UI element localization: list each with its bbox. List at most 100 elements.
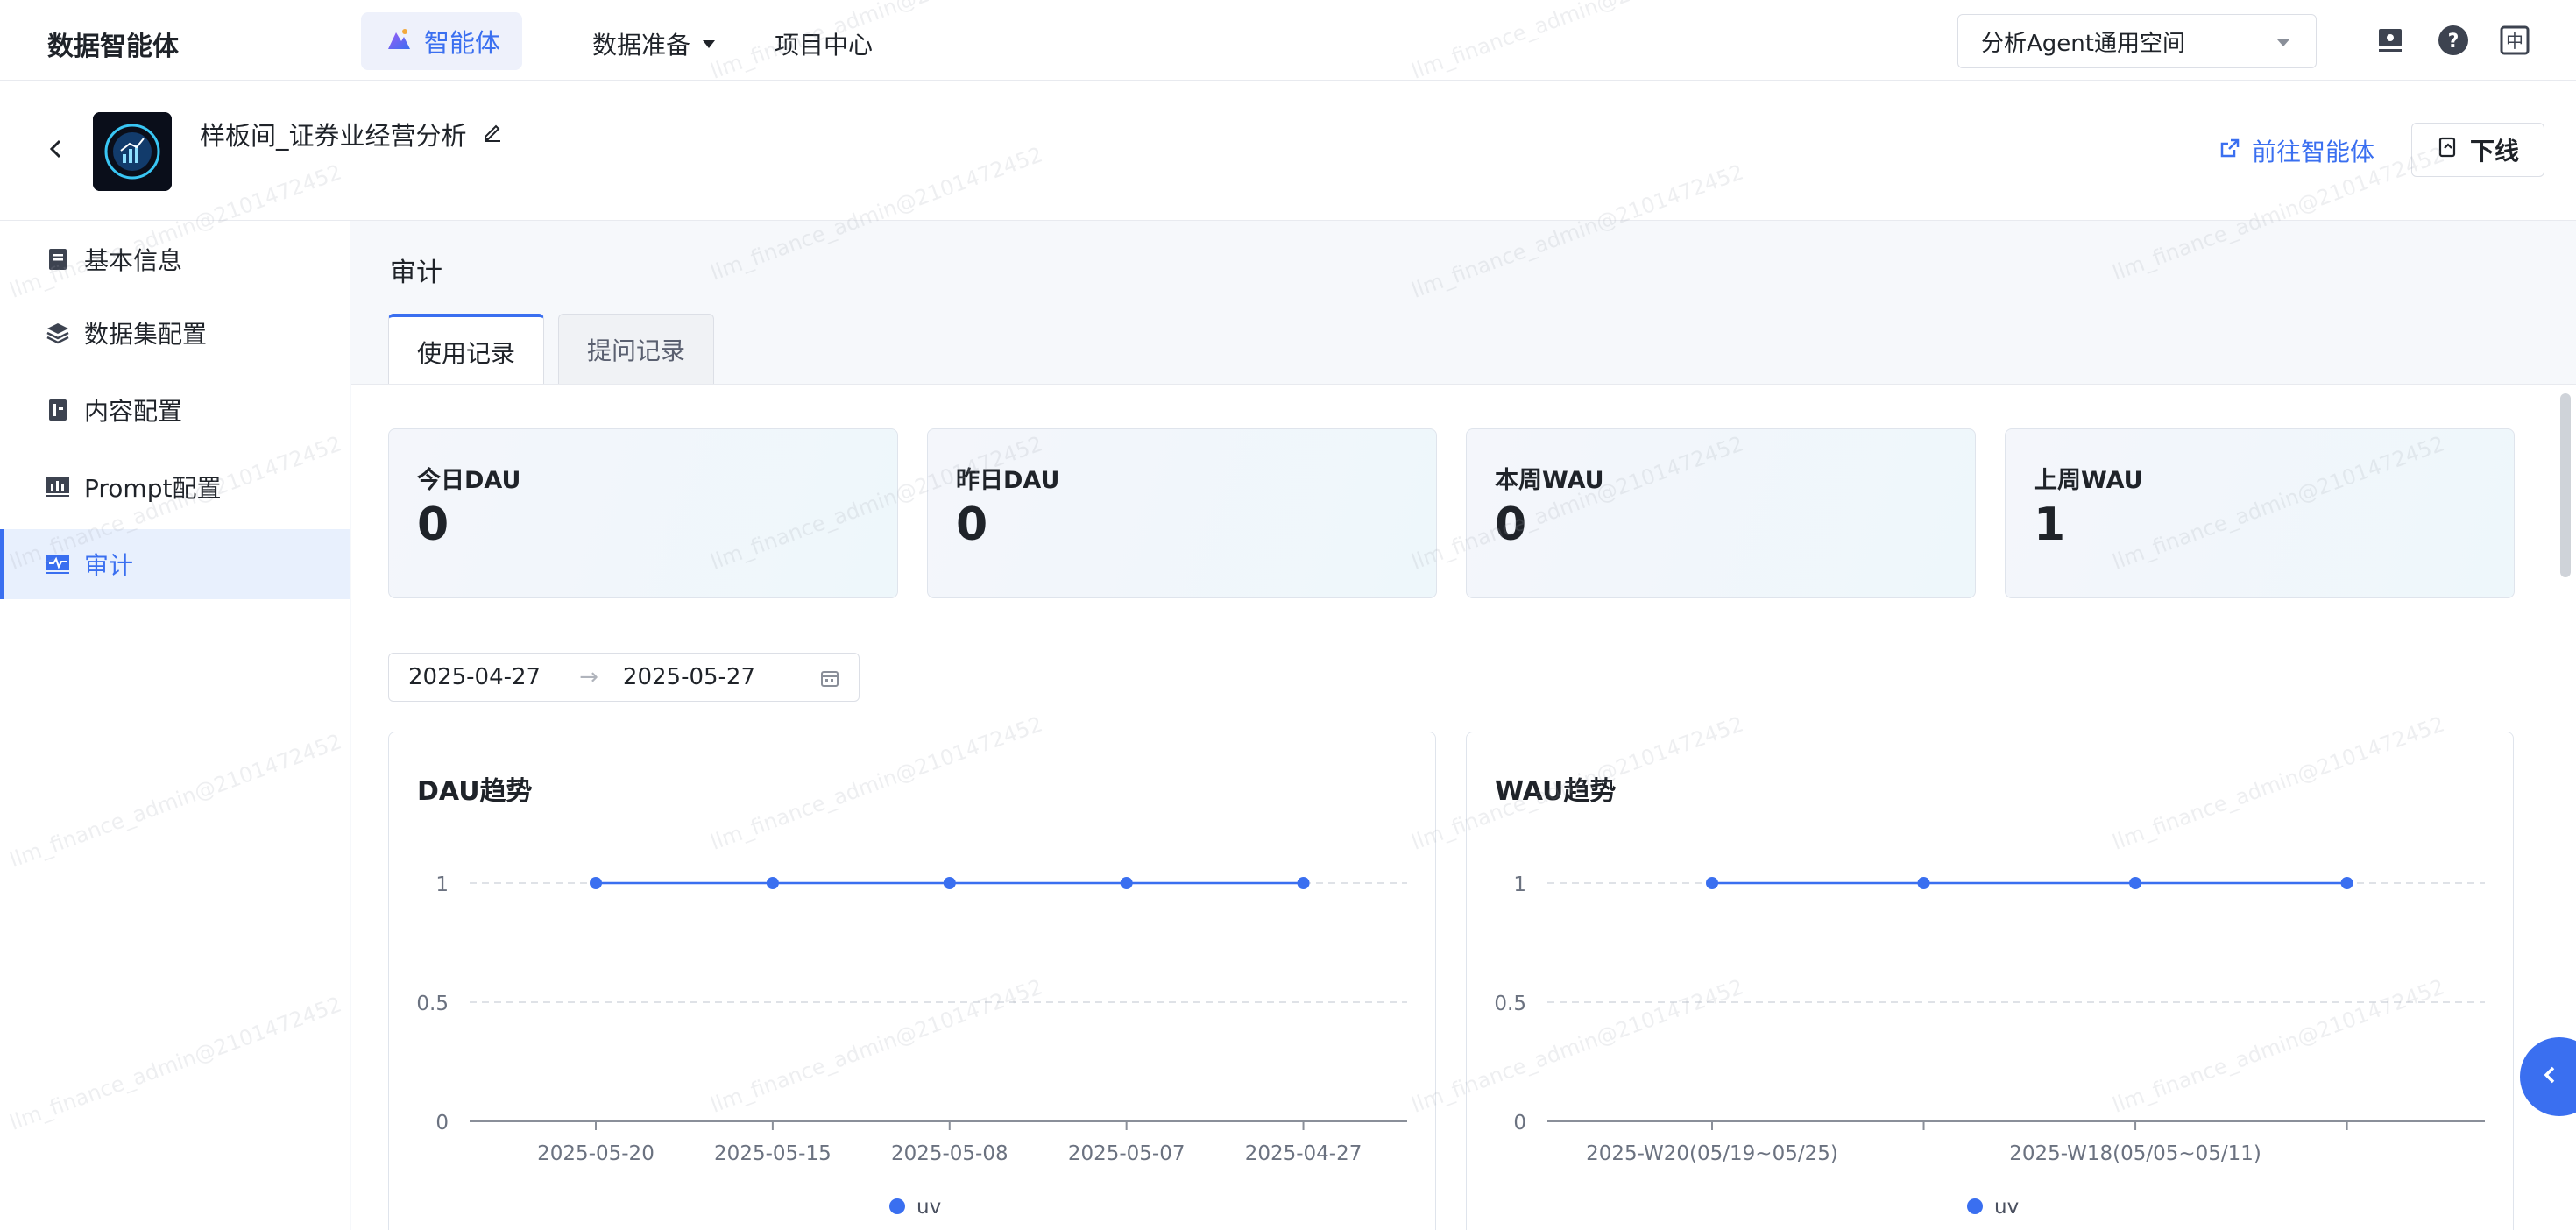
stat-label: 本周WAU [1495, 467, 1604, 494]
chevron-down-icon [2277, 39, 2289, 46]
info-icon [46, 247, 70, 272]
agent-title: 样板间_证券业经营分析 [200, 121, 467, 151]
offline-icon [2437, 136, 2459, 165]
tab-bar: 使用记录 提问记录 [388, 314, 715, 387]
date-range-picker[interactable]: 2025-04-27 → 2025-05-27 [388, 653, 860, 702]
content-icon [46, 398, 70, 422]
language-icon[interactable]: 中 [2499, 25, 2530, 56]
tab-question-records[interactable]: 提问记录 [558, 314, 715, 384]
sidebar-item-label: 内容配置 [84, 397, 183, 426]
nav-agent-tab[interactable]: 智能体 [361, 12, 522, 70]
data-point [1297, 877, 1310, 889]
stat-card-today-dau: 今日DAU 0 [388, 428, 898, 598]
calendar-icon[interactable] [820, 668, 839, 694]
data-point [590, 877, 602, 889]
stat-value: 0 [417, 498, 449, 551]
y-tick-label: 0.5 [416, 993, 449, 1015]
y-tick-label: 0 [435, 1112, 449, 1135]
sidebar-item-label: 数据集配置 [84, 320, 208, 349]
workspace-label: 分析Agent通用空间 [1981, 30, 2185, 57]
tab-usage-records[interactable]: 使用记录 [388, 314, 545, 387]
wau-trend-chart: 1 0.5 0 2025-W20(05/19~05/25) 2025-W18(05/05… [1494, 873, 2485, 1219]
sidebar-item-audit[interactable]: 审计 [0, 529, 350, 599]
top-navbar: 数据智能体 智能体 数据准备 项目中心 分析Agent通用空间 ? 中 [0, 0, 2576, 81]
dau-trend-chart: 1 0.5 0 2025-05-20 2025-05-15 2025-05-08 2025-… [416, 873, 1407, 1219]
nav-data-prep-label: 数据准备 [592, 31, 691, 60]
offline-label: 下线 [2469, 137, 2519, 166]
y-tick-label: 1 [435, 873, 449, 896]
x-tick-label: 2025-05-15 [714, 1142, 832, 1165]
x-tick-label: 2025-W18(05/05~05/11) [2009, 1142, 2261, 1165]
svg-text:?: ? [2448, 31, 2459, 53]
sidebar: 基本信息 数据集配置 内容配置 Prompt配置 审计 [0, 221, 350, 1230]
sidebar-item-label: Prompt配置 [84, 474, 222, 503]
stat-card-yesterday-dau: 昨日DAU 0 [927, 428, 1437, 598]
offline-button[interactable]: 下线 [2411, 123, 2544, 177]
x-tick-label: 2025-05-08 [891, 1142, 1008, 1165]
monitor-icon[interactable] [2374, 25, 2406, 56]
nav-agent-label: 智能体 [424, 28, 501, 58]
app-brand[interactable]: 数据智能体 [47, 25, 179, 63]
data-point [2340, 877, 2353, 889]
sidebar-item-basic-info[interactable]: 基本信息 [0, 224, 350, 294]
back-arrow-icon[interactable] [46, 138, 67, 159]
data-point [766, 877, 779, 889]
y-tick-label: 1 [1513, 873, 1526, 896]
agent-header: 样板间_证券业经营分析 前往智能体 下线 [0, 81, 2576, 221]
legend-label: uv [1994, 1196, 2019, 1219]
data-point [943, 877, 956, 889]
goto-agent-label: 前往智能体 [2252, 138, 2375, 166]
x-tick-label: 2025-05-20 [537, 1142, 655, 1165]
main-content: 审计 使用记录 提问记录 今日DAU 0 昨日DAU 0 本周WAU 0 上周W… [351, 221, 2576, 1230]
stat-label: 上周WAU [2034, 467, 2143, 494]
audit-panel: 今日DAU 0 昨日DAU 0 本周WAU 0 上周WAU 1 2025-04-… [351, 384, 2576, 1230]
data-point [1706, 877, 1718, 889]
dau-trend-card: DAU趋势 1 0.5 0 2025-05-20 2025-05-15 2025-05-0… [388, 732, 1436, 1230]
x-tick-label: 2025-04-27 [1245, 1142, 1362, 1165]
legend-marker [889, 1198, 905, 1214]
monitor-icon [46, 552, 70, 576]
stat-value: 1 [2034, 498, 2066, 551]
page-title: 审计 [390, 258, 442, 288]
chevron-left-icon [2541, 1065, 2558, 1088]
edit-icon[interactable] [481, 119, 504, 149]
stat-card-this-week-wau: 本周WAU 0 [1466, 428, 1976, 598]
language-label: 中 [2506, 31, 2523, 52]
stat-value: 0 [956, 498, 988, 551]
sidebar-item-label: 审计 [84, 551, 134, 580]
stat-value: 0 [1495, 498, 1527, 551]
agent-title-row: 样板间_证券业经营分析 [200, 116, 504, 152]
nav-project-center[interactable]: 项目中心 [775, 26, 873, 61]
y-tick-label: 0.5 [1494, 993, 1526, 1015]
x-tick-label: 2025-05-07 [1068, 1142, 1185, 1165]
scrollbar[interactable] [2560, 393, 2571, 577]
legend-marker [1967, 1198, 1983, 1214]
wau-trend-card: WAU趋势 1 0.5 0 2025-W20(05/19~05/25) 2025-W18… [1466, 732, 2514, 1230]
stat-card-last-week-wau: 上周WAU 1 [2005, 428, 2515, 598]
workspace-select[interactable]: 分析Agent通用空间 [1957, 14, 2317, 68]
x-tick-label: 2025-W20(05/19~05/25) [1586, 1142, 1838, 1165]
external-link-icon [2219, 137, 2241, 166]
chart-icon [46, 475, 70, 499]
data-point [2129, 877, 2142, 889]
goto-agent-link[interactable]: 前往智能体 [2219, 133, 2374, 168]
y-tick-label: 0 [1513, 1112, 1526, 1135]
sidebar-item-label: 基本信息 [84, 246, 183, 275]
chevron-down-icon [703, 39, 716, 48]
legend-label: uv [916, 1196, 941, 1219]
stat-label: 今日DAU [417, 467, 521, 494]
arrow-right-icon: → [579, 664, 598, 690]
stat-label: 昨日DAU [956, 467, 1060, 494]
date-start-input[interactable]: 2025-04-27 [408, 664, 541, 690]
help-icon[interactable]: ? [2438, 25, 2469, 56]
sidebar-item-content-config[interactable]: 内容配置 [0, 375, 350, 445]
sidebar-item-dataset-config[interactable]: 数据集配置 [0, 298, 350, 368]
agent-logo [93, 112, 172, 191]
date-end-input[interactable]: 2025-05-27 [623, 664, 755, 690]
data-point [1917, 877, 1930, 889]
agent-icon [386, 27, 412, 55]
nav-data-prep[interactable]: 数据准备 [592, 26, 716, 61]
data-point [1120, 877, 1133, 889]
layers-icon [46, 321, 70, 345]
sidebar-item-prompt-config[interactable]: Prompt配置 [0, 452, 350, 522]
